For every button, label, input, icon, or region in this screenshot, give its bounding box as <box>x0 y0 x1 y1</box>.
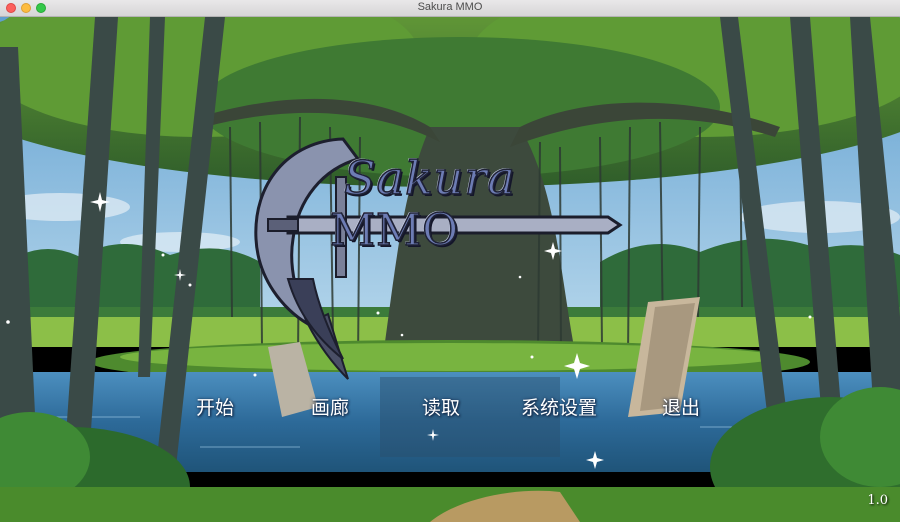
logo-title-sakura: Sakura <box>343 150 516 206</box>
menu-exit-button[interactable]: 退出 <box>662 393 700 420</box>
logo-title-mmo: MMO <box>329 204 460 257</box>
menu-settings-button[interactable]: 系统设置 <box>521 393 597 420</box>
game-window: Sakura MMO Sakura MMO 开始 画廊 读取 系统设置 退出 1… <box>0 0 900 522</box>
menu-start-button[interactable]: 开始 <box>196 393 234 420</box>
menu-load-button[interactable]: 读取 <box>422 393 460 420</box>
title-bar: Sakura MMO <box>0 0 900 17</box>
game-logo: Sakura MMO <box>248 129 638 389</box>
version-label: 1.0 <box>867 493 888 508</box>
window-title: Sakura MMO <box>417 1 483 13</box>
menu-gallery-button[interactable]: 画廊 <box>311 393 349 420</box>
title-screen-background: Sakura MMO 开始 画廊 读取 系统设置 退出 1.0 <box>0 17 900 522</box>
